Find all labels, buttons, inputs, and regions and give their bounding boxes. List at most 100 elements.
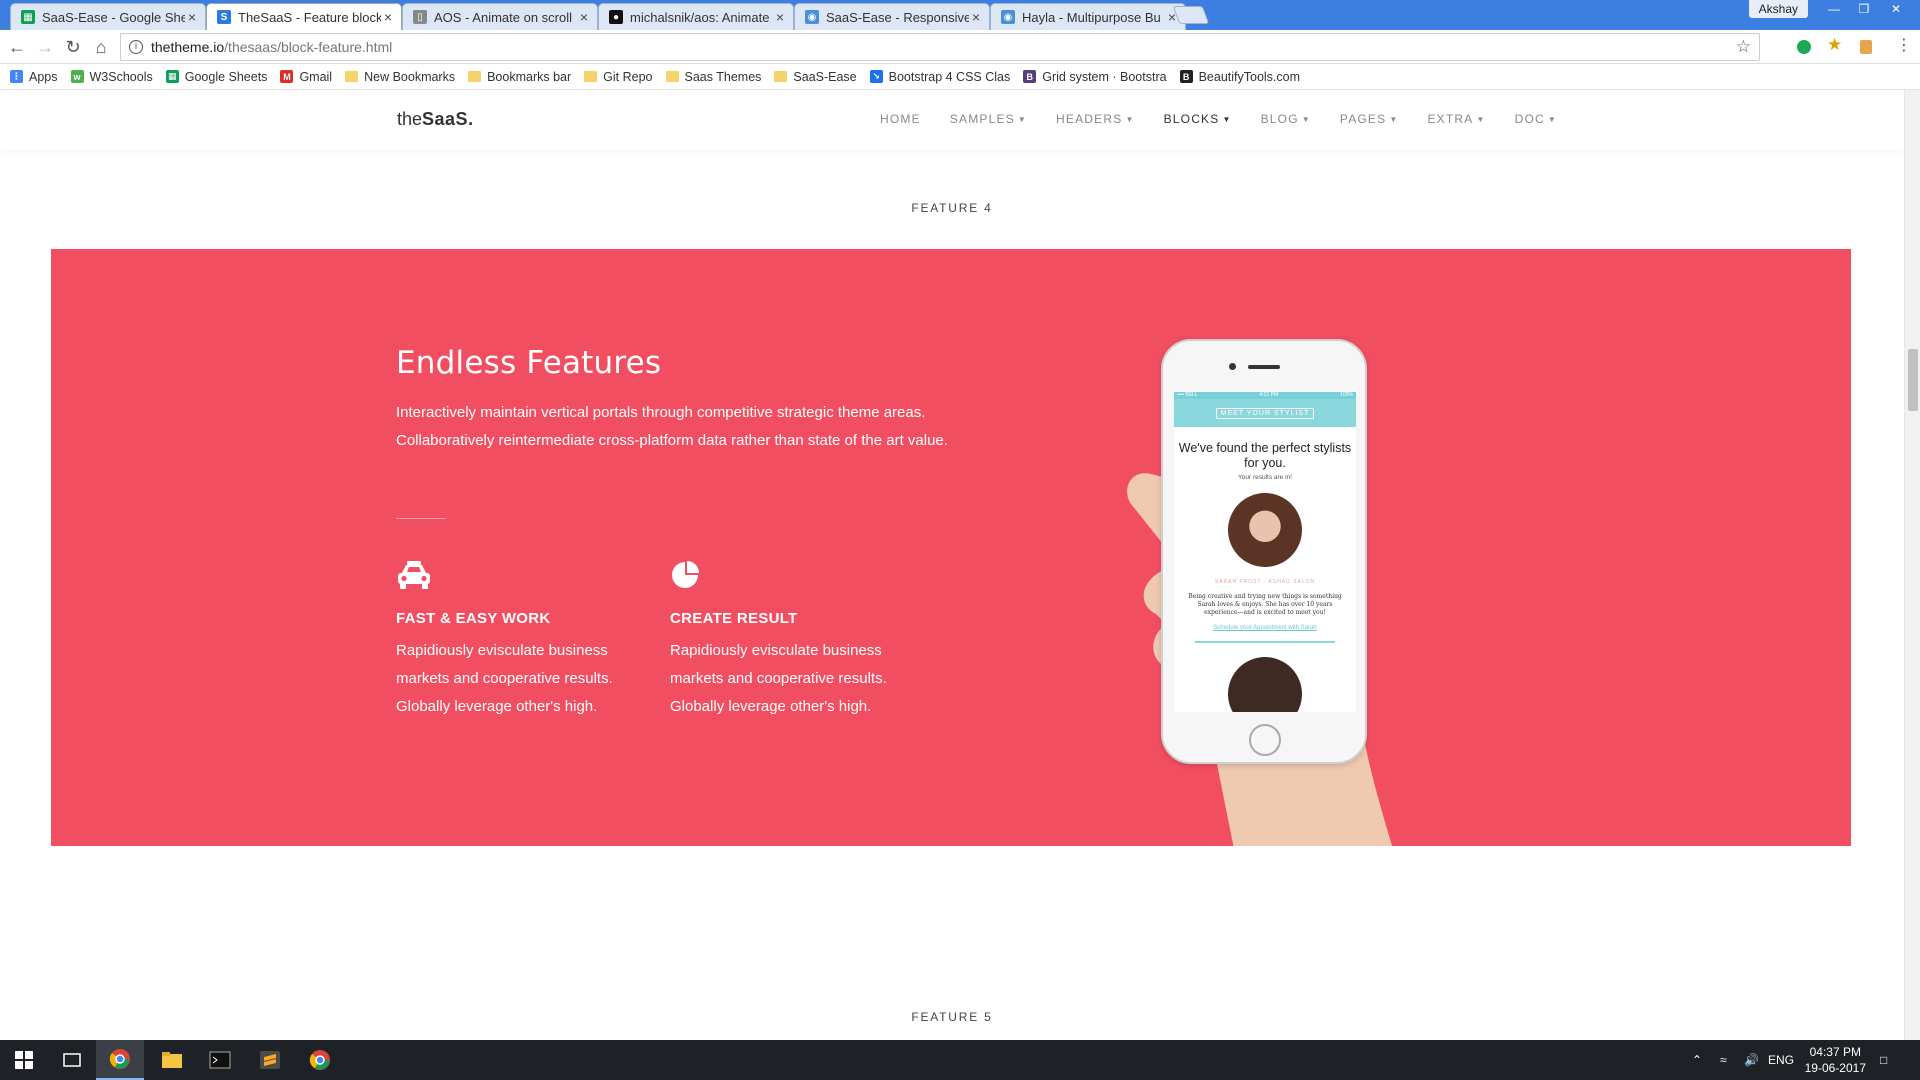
logo-bold-text: SaaS. (422, 109, 474, 129)
file-explorer-icon[interactable] (148, 1040, 196, 1080)
system-clock[interactable]: 04:37 PM 19-06-2017 (1805, 1044, 1866, 1076)
bookmark-label: Google Sheets (184, 69, 268, 84)
clock-date: 19-06-2017 (1804, 1061, 1866, 1075)
scrollbar-thumb[interactable] (1908, 349, 1918, 411)
bookmark-item[interactable]: ⋮ Apps (10, 70, 58, 84)
b-icon: B (1023, 70, 1037, 83)
bookmark-label: Apps (29, 69, 58, 84)
task-view-icon[interactable] (48, 1040, 96, 1080)
nav-item-samples[interactable]: SAMPLES ▼ (950, 112, 1027, 126)
volume-icon[interactable]: 🔊 (1744, 1040, 1759, 1080)
tab-title: Hayla - Multipurpose Bu (1022, 9, 1161, 25)
new-tab-button[interactable] (1172, 6, 1210, 24)
windows-start-icon[interactable] (0, 1040, 48, 1080)
bookmark-item[interactable]: ▦ Google Sheets (165, 69, 268, 84)
w3schools-icon: w (70, 70, 84, 83)
bookmark-item[interactable]: SaaS-Ease (774, 69, 857, 84)
extension-star-icon[interactable]: ★ (1827, 35, 1847, 54)
bookmark-item[interactable]: New Bookmarks (345, 70, 455, 84)
browser-tab[interactable]: ● michalsnik/aos: Animate × (598, 3, 794, 30)
nav-item-blog[interactable]: BLOG ▼ (1261, 112, 1311, 126)
browser-tab[interactable]: ▦ SaaS-Ease - Google Shee × (10, 3, 206, 30)
close-tab-icon[interactable]: × (185, 9, 199, 25)
browser-tab[interactable]: ◉ Hayla - Multipurpose Bu × (990, 3, 1186, 30)
caret-down-icon: ▼ (1125, 115, 1135, 124)
nav-item-headers[interactable]: HEADERS ▼ (1056, 112, 1135, 126)
close-tab-icon[interactable]: × (773, 9, 787, 25)
sheets-icon: ▦ (21, 10, 35, 24)
sublime-text-icon[interactable] (246, 1040, 294, 1080)
tray-chevron-icon[interactable]: ⌃ (1692, 1040, 1702, 1080)
bookmark-item[interactable]: M Gmail (280, 70, 332, 84)
terminal-icon[interactable] (196, 1040, 244, 1080)
nav-item-home[interactable]: HOME (880, 112, 921, 126)
profile-button[interactable]: Akshay (1748, 0, 1808, 18)
nav-item-extra[interactable]: EXTRA ▼ (1427, 112, 1485, 126)
nav-item-blocks[interactable]: BLOCKS ▼ (1164, 112, 1232, 126)
page-icon: ▯ (413, 10, 427, 24)
bookmark-item[interactable]: Bookmarks bar (468, 70, 571, 84)
phone-battery: 100% (1340, 392, 1353, 398)
caret-down-icon: ▼ (1301, 115, 1311, 124)
bookmark-star-icon[interactable]: ☆ (1736, 37, 1751, 57)
feature-item-text: Rapidiously evisculate business markets … (670, 642, 887, 715)
site-info-icon[interactable]: i (129, 40, 143, 54)
address-bar[interactable]: i thetheme.io/thesaas/block-feature.html… (120, 33, 1760, 61)
feature-description: Interactively maintain vertical portals … (396, 404, 948, 449)
nav-item-label: PAGES (1339, 112, 1387, 126)
site-logo[interactable]: theSaaS. (397, 109, 474, 130)
language-indicator[interactable]: ENG (1768, 1040, 1794, 1080)
browser-tab[interactable]: ▯ AOS - Animate on scroll × (402, 3, 598, 30)
chrome-taskbar-icon[interactable] (96, 1040, 144, 1080)
bookmark-label: Gmail (299, 69, 333, 84)
caret-down-icon: ▼ (1017, 115, 1028, 124)
bookmark-label: SaaS-Ease (793, 69, 857, 84)
chrome-taskbar-icon-2[interactable] (296, 1040, 344, 1080)
feature-item-fast-easy-work: FAST & EASY WORK Rapidiously evisculate … (396, 559, 656, 721)
stylist-appointment-link: Schedule your Appointment with Sarah (1213, 625, 1317, 631)
stylist-bio: Being creative and trying new things is … (1188, 593, 1342, 616)
nav-item-doc[interactable]: DOC ▼ (1515, 112, 1557, 126)
notifications-icon[interactable]: □ (1880, 1040, 1887, 1080)
forward-icon[interactable]: → (34, 36, 56, 58)
nav-item-pages[interactable]: PAGES ▼ (1340, 112, 1399, 126)
bookmark-item[interactable]: Saas Themes (665, 70, 761, 84)
feature-item-title: FAST & EASY WORK (396, 610, 551, 627)
feature-item-create-result: CREATE RESULT Rapidiously evisculate bus… (670, 559, 930, 721)
restore-icon[interactable]: ❐ (1850, 0, 1878, 18)
extension-green-icon[interactable] (1797, 40, 1811, 54)
tab-title: SaaS-Ease - Google Shee (42, 9, 185, 25)
close-tab-icon[interactable]: × (381, 9, 395, 25)
page-scrollbar[interactable] (1904, 90, 1920, 1040)
bookmark-label: Grid system · Bootstra (1042, 69, 1167, 84)
browser-toolbar: ← → ↻ ⌂ i thetheme.io/thesaas/block-feat… (0, 30, 1920, 64)
caret-down-icon: ▼ (1547, 115, 1558, 124)
phone-divider (1195, 641, 1335, 643)
wifi-icon[interactable]: ≈ (1720, 1040, 1727, 1080)
url-host: thetheme.io (151, 39, 225, 55)
windows-taskbar: ⌃ ≈ 🔊 ENG 04:37 PM 19-06-2017 □ (0, 1040, 1920, 1080)
browser-tab[interactable]: ◉ SaaS-Ease - Responsive × (794, 3, 990, 30)
phone-home-button (1249, 724, 1281, 756)
extension-key-icon[interactable] (1860, 40, 1872, 54)
bookmark-item[interactable]: w W3Schools (70, 69, 153, 84)
site-navbar: theSaaS. HOME SAMPLES ▼ HEADERS ▼ BLOCKS ▼ BLOG… (0, 90, 1904, 150)
menu-dots-icon[interactable]: ⋮ (1896, 35, 1914, 54)
bookmark-item[interactable]: B BeautifyTools.com (1179, 70, 1300, 84)
bookmark-item[interactable]: Git Repo (584, 70, 653, 84)
close-tab-icon[interactable]: × (577, 9, 591, 25)
home-icon[interactable]: ⌂ (90, 36, 112, 58)
bookmark-label: W3Schools (89, 69, 153, 84)
bookmark-item[interactable]: B Grid system · Bootstra (1023, 69, 1167, 84)
reload-icon[interactable]: ↻ (62, 36, 84, 58)
browser-tab[interactable]: S TheSaaS - Feature blocks × (206, 3, 402, 30)
minimize-icon[interactable]: — (1820, 0, 1848, 18)
close-tab-icon[interactable]: × (969, 9, 983, 25)
back-icon[interactable]: ← (6, 36, 28, 58)
logo-light-text: the (397, 109, 423, 129)
bookmark-item[interactable]: ↘ Bootstrap 4 CSS Clas (869, 70, 1010, 84)
nav-item-label: HOME (880, 112, 921, 126)
close-window-icon[interactable]: ✕ (1880, 0, 1912, 18)
caret-down-icon: ▼ (1476, 115, 1486, 124)
stylist-avatar (1228, 493, 1302, 567)
